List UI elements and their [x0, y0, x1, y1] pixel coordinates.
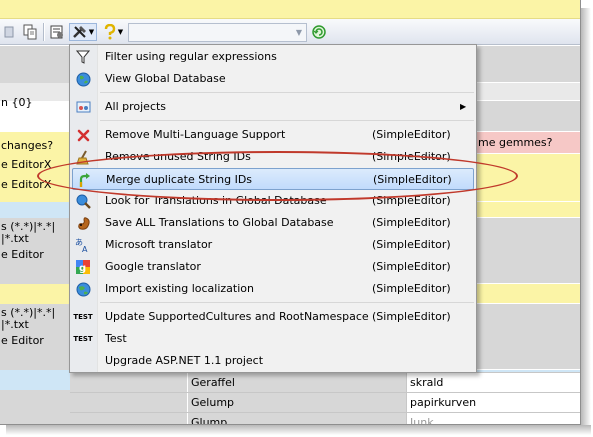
- key-cell: Gelump: [187, 393, 406, 412]
- search-globe-icon: [75, 193, 91, 209]
- grid-right-strip: me gemmes?: [476, 46, 580, 424]
- translate-icon: あA: [75, 237, 91, 253]
- menu-item-merge-duplicate-ids[interactable]: Merge duplicate String IDs (SimpleEditor…: [72, 168, 474, 190]
- application-window: ▼ ▼ ▼ n {0} changes? e EditorX e EditorX…: [0, 0, 581, 425]
- google-icon: g: [75, 259, 91, 275]
- grid-cell: n {0}: [1, 97, 33, 109]
- search-combobox[interactable]: ▼: [128, 23, 307, 42]
- projects-icon: [75, 99, 91, 115]
- test-icon: TEST: [73, 313, 93, 321]
- grid-cell: e Editor: [1, 335, 44, 347]
- grid-cell: s (*.*)|*.*|: [1, 221, 56, 233]
- grid-cell: e EditorX: [1, 159, 52, 171]
- squirrel-icon: [75, 215, 91, 231]
- chevron-down-icon: ▼: [117, 28, 124, 36]
- menu-item-remove-multilanguage[interactable]: Remove Multi-Language Support (SimpleEdi…: [72, 124, 474, 146]
- menu-item-update-supported-cultures[interactable]: TEST Update SupportedCultures and RootNa…: [72, 306, 474, 328]
- value-cell: skrald: [406, 373, 580, 392]
- grid-cell: s (*.*)|*.*|: [1, 307, 56, 319]
- globe-icon: [75, 71, 91, 87]
- test-icon: TEST: [73, 335, 93, 343]
- menu-item-import-localization[interactable]: Import existing localization (SimpleEdit…: [72, 278, 474, 300]
- value-cell: Junk: [406, 413, 580, 424]
- menu-item-filter-regex[interactable]: Filter using regular expressions: [72, 46, 474, 68]
- menu-item-upgrade-aspnet[interactable]: Upgrade ASP.NET 1.1 project: [72, 350, 474, 372]
- table-row[interactable]: Gelump papirkurven: [70, 392, 580, 412]
- value-cell: papirkurven: [406, 393, 580, 412]
- menu-item-all-projects[interactable]: All projects ▶: [72, 96, 474, 118]
- refresh-icon[interactable]: [309, 23, 329, 41]
- grid-cell: |*.txt: [1, 319, 29, 331]
- window-shadow: [6, 425, 591, 435]
- window-shadow: [581, 8, 591, 434]
- help-icon: [104, 24, 115, 40]
- grid-cell: changes?: [1, 140, 54, 152]
- grid-cell: |*.txt: [1, 233, 29, 245]
- key-cell: Geraffel: [187, 373, 406, 392]
- help-dropdown-button[interactable]: ▼: [101, 23, 125, 41]
- table-row[interactable]: Glump Junk: [70, 412, 580, 424]
- properties-icon[interactable]: [47, 23, 67, 41]
- menu-item-save-all-translations[interactable]: Save ALL Translations to Global Database…: [72, 212, 474, 234]
- table-row[interactable]: Geraffel skrald: [70, 372, 580, 392]
- grid-cell: e Editor: [1, 249, 44, 261]
- menu-item-microsoft-translator[interactable]: あA Microsoft translator (SimpleEditor): [72, 234, 474, 256]
- menu-item-view-global-database[interactable]: View Global Database: [72, 68, 474, 90]
- copy-icon[interactable]: [20, 23, 40, 41]
- tools-dropdown-menu: Filter using regular expressions View Gl…: [69, 44, 477, 373]
- broom-icon: [75, 149, 91, 165]
- tools-dropdown-button[interactable]: ▼: [69, 23, 97, 41]
- menu-item-google-translator[interactable]: g Google translator (SimpleEditor): [72, 256, 474, 278]
- svg-text:A: A: [82, 245, 88, 253]
- submenu-arrow-icon: ▶: [460, 102, 467, 111]
- merge-arrow-icon: [76, 172, 92, 188]
- menu-item-test[interactable]: TEST Test: [72, 328, 474, 350]
- red-x-icon: [75, 127, 91, 143]
- import-globe-icon: [75, 281, 91, 297]
- chevron-down-icon: ▼: [88, 28, 95, 36]
- key-cell: Glump: [187, 413, 406, 424]
- menu-item-remove-unused-ids[interactable]: Remove unused String IDs (SimpleEditor): [72, 146, 474, 168]
- svg-text:g: g: [79, 263, 86, 274]
- menu-item-look-for-translations[interactable]: Look for Translations in Global Database…: [72, 190, 474, 212]
- grid-bottom-rows: Geraffel skrald Gelump papirkurven Glump…: [70, 372, 580, 424]
- grid-cell: me gemmes?: [476, 132, 580, 154]
- chevron-down-icon[interactable]: ▼: [292, 24, 306, 41]
- filter-icon: [75, 49, 91, 65]
- grid-cell: e EditorX: [1, 179, 52, 191]
- tools-icon: [72, 26, 86, 38]
- info-banner: [0, 0, 580, 19]
- toolbar-overflow-icon[interactable]: [2, 23, 16, 41]
- grid-left-strip: n {0} changes? e EditorX e EditorX s (*.…: [0, 46, 70, 424]
